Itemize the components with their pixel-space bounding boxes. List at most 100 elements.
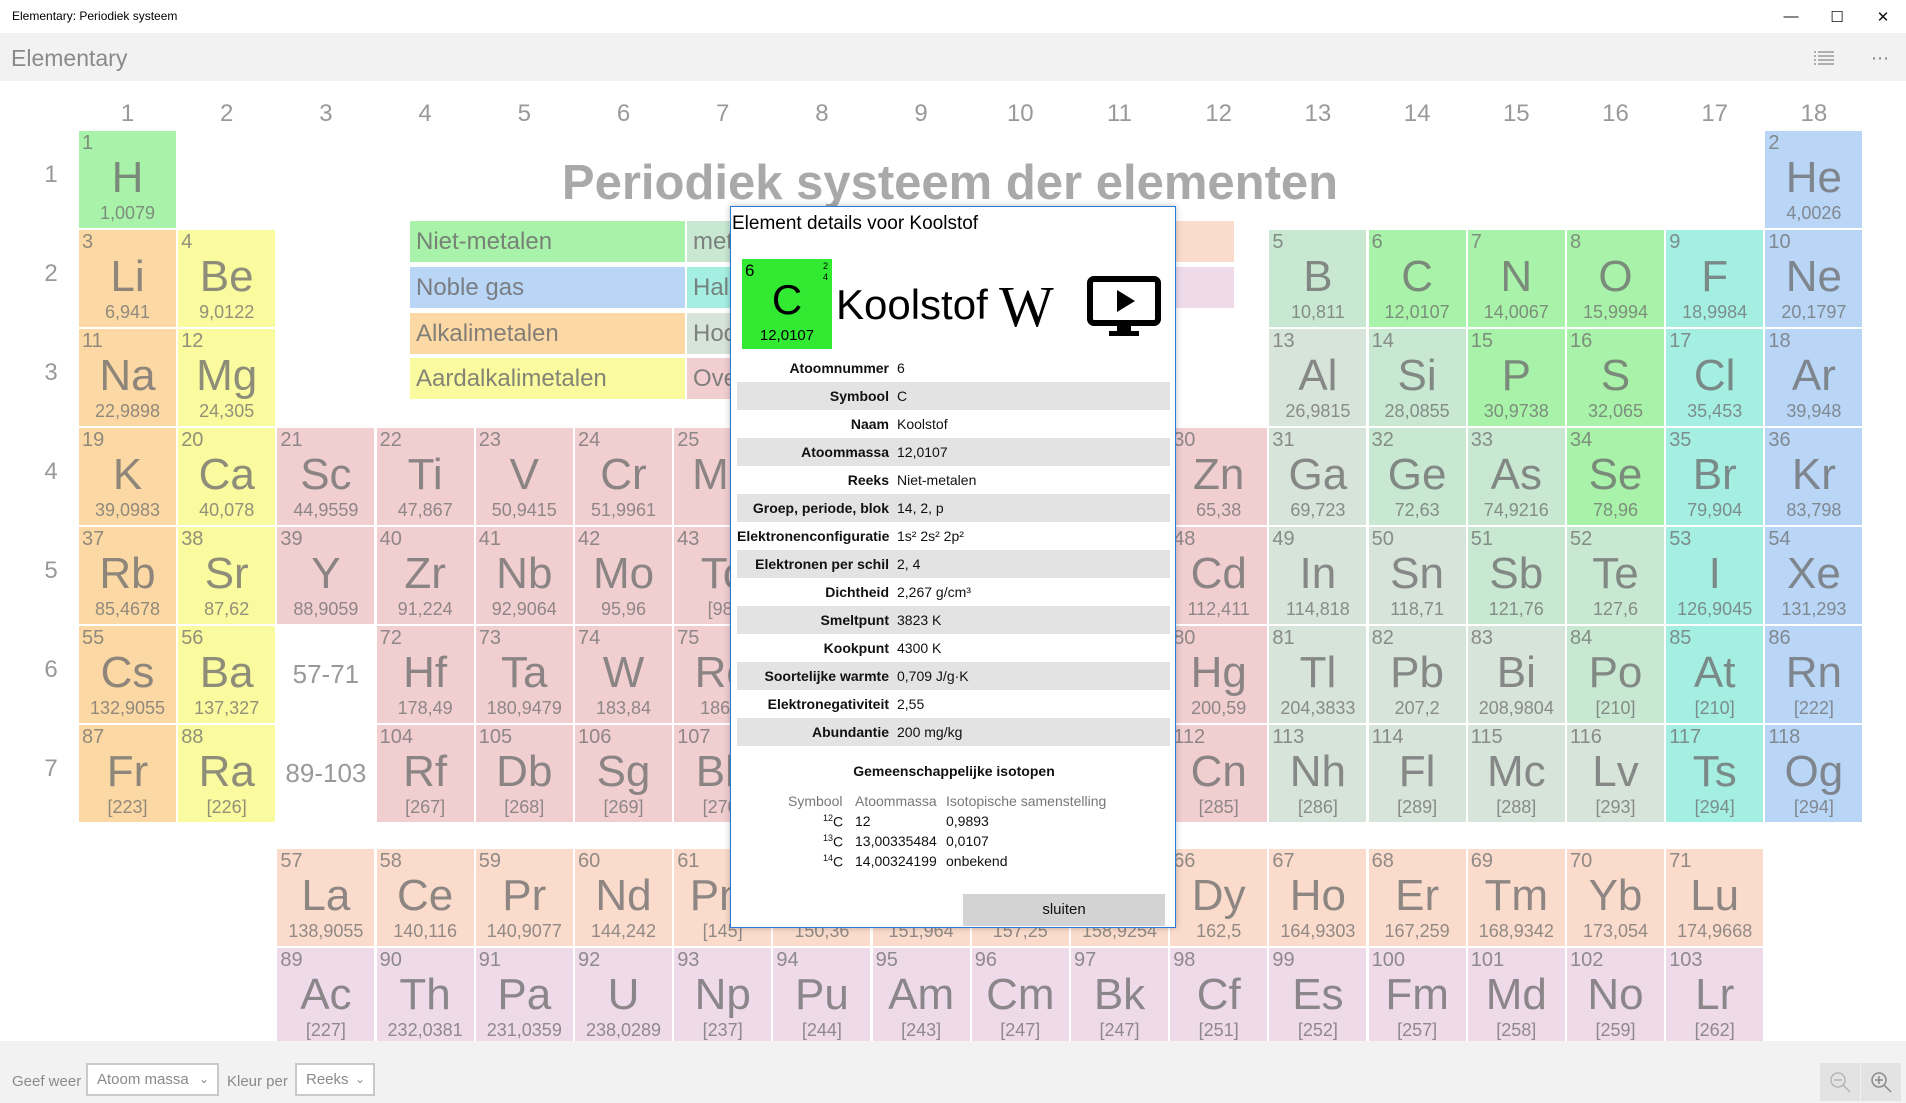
element-tile-bk[interactable]: 97 Bk [247] <box>1071 948 1168 1045</box>
element-tile-nh[interactable]: 113 Nh [286] <box>1269 725 1367 822</box>
element-tile-in[interactable]: 49 In 114,818 <box>1269 527 1367 624</box>
element-tile-i[interactable]: 53 I 126,9045 <box>1666 527 1764 624</box>
element-tile-tm[interactable]: 69 Tm 168,9342 <box>1467 849 1565 946</box>
element-tile-n[interactable]: 7 N 14,0067 <box>1467 230 1565 327</box>
element-tile-sr[interactable]: 38 Sr 87,62 <box>178 527 276 624</box>
element-tile-k[interactable]: 19 K 39,0983 <box>79 428 176 525</box>
element-tile-br[interactable]: 35 Br 79,904 <box>1666 428 1764 525</box>
element-tile-b[interactable]: 5 B 10,811 <box>1269 230 1367 327</box>
element-tile-bi[interactable]: 83 Bi 208,9804 <box>1467 626 1565 723</box>
element-tile-u[interactable]: 92 U 238,0289 <box>575 948 672 1045</box>
element-tile-pr[interactable]: 59 Pr 140,9077 <box>475 849 573 946</box>
element-tile-as[interactable]: 33 As 74,9216 <box>1467 428 1565 525</box>
list-view-button[interactable] <box>1804 43 1844 73</box>
show-select[interactable]: Atoom massa ⌄ <box>86 1063 219 1096</box>
element-tile-dy[interactable]: 66 Dy 162,5 <box>1170 849 1268 946</box>
legend-item-2[interactable]: Alkalimetalen <box>410 313 685 354</box>
element-tile-o[interactable]: 8 O 15,9994 <box>1567 230 1664 327</box>
element-tile-zn[interactable]: 30 Zn 65,38 <box>1170 428 1268 525</box>
element-tile-np[interactable]: 93 Np [237] <box>674 948 772 1045</box>
element-tile-ta[interactable]: 73 Ta 180,9479 <box>475 626 573 723</box>
element-tile-rn[interactable]: 86 Rn [222] <box>1765 626 1863 723</box>
element-tile-es[interactable]: 99 Es [252] <box>1269 948 1367 1045</box>
element-tile-cf[interactable]: 98 Cf [251] <box>1170 948 1268 1045</box>
element-tile-p[interactable]: 15 P 30,9738 <box>1467 329 1565 426</box>
legend-item-3[interactable]: Aardalkalimetalen <box>410 358 685 399</box>
element-tile-mc[interactable]: 115 Mc [288] <box>1467 725 1565 822</box>
element-tile-nd[interactable]: 60 Nd 144,242 <box>575 849 672 946</box>
element-tile-no[interactable]: 102 No [259] <box>1567 948 1664 1045</box>
element-tile-rb[interactable]: 37 Rb 85,4678 <box>79 527 176 624</box>
element-tile-lr[interactable]: 103 Lr [262] <box>1666 948 1764 1045</box>
element-tile-at[interactable]: 85 At [210] <box>1666 626 1764 723</box>
zoom-in-button[interactable] <box>1861 1063 1901 1101</box>
close-window-button[interactable]: ✕ <box>1860 0 1906 33</box>
element-tile-sg[interactable]: 106 Sg [269] <box>575 725 672 822</box>
legend-item-hidden-1[interactable] <box>1176 267 1234 308</box>
element-tile-pa[interactable]: 91 Pa 231,0359 <box>475 948 573 1045</box>
element-tile-li[interactable]: 3 Li 6,941 <box>79 230 176 327</box>
element-tile-y[interactable]: 39 Y 88,9059 <box>277 527 375 624</box>
element-tile-al[interactable]: 13 Al 26,9815 <box>1269 329 1367 426</box>
element-tile-w[interactable]: 74 W 183,84 <box>575 626 672 723</box>
element-tile-tl[interactable]: 81 Tl 204,3833 <box>1269 626 1367 723</box>
element-tile-ar[interactable]: 18 Ar 39,948 <box>1765 329 1863 426</box>
element-tile-md[interactable]: 101 Md [258] <box>1467 948 1565 1045</box>
more-options-button[interactable]: ⋯ <box>1860 43 1900 73</box>
element-tile-s[interactable]: 16 S 32,065 <box>1567 329 1664 426</box>
element-tile-be[interactable]: 4 Be 9,0122 <box>178 230 276 327</box>
element-tile-sb[interactable]: 51 Sb 121,76 <box>1467 527 1565 624</box>
element-tile-na[interactable]: 11 Na 22,9898 <box>79 329 176 426</box>
element-tile-f[interactable]: 9 F 18,9984 <box>1666 230 1764 327</box>
element-tile-zr[interactable]: 40 Zr 91,224 <box>376 527 474 624</box>
element-tile-cs[interactable]: 55 Cs 132,9055 <box>79 626 176 723</box>
element-tile-ga[interactable]: 31 Ga 69,723 <box>1269 428 1367 525</box>
element-tile-cm[interactable]: 96 Cm [247] <box>971 948 1069 1045</box>
color-select[interactable]: Reeks ⌄ <box>295 1063 375 1096</box>
element-tile-ge[interactable]: 32 Ge 72,63 <box>1368 428 1466 525</box>
close-dialog-button[interactable]: sluiten <box>963 894 1165 926</box>
element-tile-lv[interactable]: 116 Lv [293] <box>1567 725 1664 822</box>
element-tile-cd[interactable]: 48 Cd 112,411 <box>1170 527 1268 624</box>
element-tile-fm[interactable]: 100 Fm [257] <box>1368 948 1466 1045</box>
element-tile-ho[interactable]: 67 Ho 164,9303 <box>1269 849 1367 946</box>
element-tile-ra[interactable]: 88 Ra [226] <box>178 725 276 822</box>
element-tile-yb[interactable]: 70 Yb 173,054 <box>1567 849 1664 946</box>
element-tile-sc[interactable]: 21 Sc 44,9559 <box>277 428 375 525</box>
element-tile-fl[interactable]: 114 Fl [289] <box>1368 725 1466 822</box>
element-tile-pu[interactable]: 94 Pu [244] <box>773 948 871 1045</box>
element-tile-h[interactable]: 1 H 1,0079 <box>79 131 176 228</box>
element-tile-ti[interactable]: 22 Ti 47,867 <box>376 428 474 525</box>
element-tile-pb[interactable]: 82 Pb 207,2 <box>1368 626 1466 723</box>
zoom-out-button[interactable] <box>1820 1063 1860 1101</box>
element-tile-te[interactable]: 52 Te 127,6 <box>1567 527 1664 624</box>
element-tile-rf[interactable]: 104 Rf [267] <box>376 725 474 822</box>
element-tile-og[interactable]: 118 Og [294] <box>1765 725 1863 822</box>
element-tile-v[interactable]: 23 V 50,9415 <box>475 428 573 525</box>
element-tile-ts[interactable]: 117 Ts [294] <box>1666 725 1764 822</box>
legend-item-1[interactable]: Noble gas <box>410 267 685 308</box>
video-play-button[interactable] <box>1087 276 1161 343</box>
legend-item-hidden-0[interactable] <box>1176 221 1234 262</box>
element-tile-po[interactable]: 84 Po [210] <box>1567 626 1664 723</box>
element-tile-lu[interactable]: 71 Lu 174,9668 <box>1666 849 1764 946</box>
element-tile-cl[interactable]: 17 Cl 35,453 <box>1666 329 1764 426</box>
element-tile-sn[interactable]: 50 Sn 118,71 <box>1368 527 1466 624</box>
element-tile-si[interactable]: 14 Si 28,0855 <box>1368 329 1466 426</box>
element-tile-kr[interactable]: 36 Kr 83,798 <box>1765 428 1863 525</box>
element-tile-fr[interactable]: 87 Fr [223] <box>79 725 176 822</box>
element-tile-hf[interactable]: 72 Hf 178,49 <box>376 626 474 723</box>
element-tile-nb[interactable]: 41 Nb 92,9064 <box>475 527 573 624</box>
maximize-button[interactable]: ☐ <box>1814 0 1860 33</box>
minimize-button[interactable]: — <box>1768 0 1814 33</box>
element-tile-se[interactable]: 34 Se 78,96 <box>1567 428 1664 525</box>
element-tile-xe[interactable]: 54 Xe 131,293 <box>1765 527 1863 624</box>
element-tile-la[interactable]: 57 La 138,9055 <box>277 849 375 946</box>
element-tile-he[interactable]: 2 He 4,0026 <box>1765 131 1863 228</box>
element-tile-mo[interactable]: 42 Mo 95,96 <box>575 527 672 624</box>
element-tile-cr[interactable]: 24 Cr 51,9961 <box>575 428 672 525</box>
element-tile-ce[interactable]: 58 Ce 140,116 <box>376 849 474 946</box>
element-tile-ba[interactable]: 56 Ba 137,327 <box>178 626 276 723</box>
element-tile-th[interactable]: 90 Th 232,0381 <box>376 948 474 1045</box>
element-tile-er[interactable]: 68 Er 167,259 <box>1368 849 1466 946</box>
